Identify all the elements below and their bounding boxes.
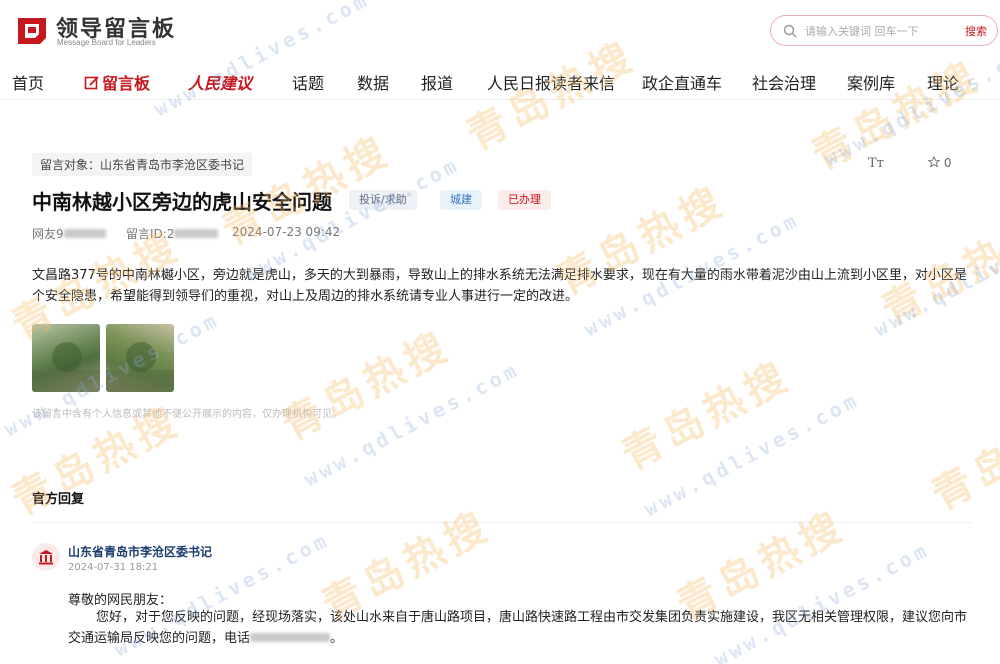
tag-category: 投诉/求助	[349, 190, 417, 210]
message-id-label: 留言ID:2	[126, 227, 175, 241]
watermark-text: 青岛热搜	[274, 322, 459, 450]
nav-item-home[interactable]: 首页	[12, 70, 44, 94]
nav-item-message-board[interactable]: 留言板	[84, 70, 150, 94]
nav-item-theory[interactable]: 理论	[927, 70, 959, 94]
author-label: 网友9	[32, 227, 64, 241]
main-nav: 首页 留言板 人民建议 话题 数据 报道 人民日报读者来信 政企直通车 社会治理…	[0, 62, 1000, 100]
message-title: 中南林越小区旁边的虎山安全问题	[32, 190, 332, 214]
nav-item-gov-enterprise[interactable]: 政企直通车	[642, 70, 722, 94]
redacted-block	[174, 229, 219, 238]
reply-time: 2024-07-31 18:21	[68, 562, 159, 573]
status-badge: 已办理	[498, 190, 551, 210]
site-logo[interactable]: 领导留言板 Message Board for Leaders	[12, 10, 182, 54]
redacted-block	[250, 633, 331, 642]
message-time: 2024-07-23 09:42	[232, 225, 341, 239]
star-icon	[928, 156, 940, 168]
government-building-icon	[32, 543, 60, 571]
official-reply-heading: 官方回复	[32, 492, 85, 507]
nav-item-people-suggestions[interactable]: 人民建议	[188, 70, 252, 94]
message-author: 网友9	[32, 225, 106, 242]
favorite-button[interactable]: 0	[928, 156, 951, 170]
watermark-url: www.qdlives.com	[300, 357, 524, 492]
reply-body: 您好，对于您反映的问题，经现场落实，该处山水来自于唐山路项目，唐山路快速路工程由…	[68, 607, 978, 649]
reply-organization: 山东省青岛市李沧区委书记	[68, 545, 213, 559]
search-icon	[783, 24, 797, 38]
reply-body-end: 。	[330, 631, 344, 646]
favorite-count: 0	[943, 156, 952, 170]
font-size-icon[interactable]: Tт	[868, 156, 884, 171]
tag-field: 城建	[440, 190, 482, 210]
message-content: 文昌路377号的中南林樾小区，旁边就是虎山，多天的大到暴雨，导致山上的排水系统无…	[32, 268, 967, 304]
nav-item-data[interactable]: 数据	[357, 70, 389, 94]
search-button[interactable]: 搜索	[965, 23, 987, 39]
watermark-url: www.qdlives.com	[640, 387, 864, 522]
message-photo[interactable]	[106, 324, 174, 392]
watermark-text: 青岛热搜	[924, 392, 1000, 520]
nav-item-reports[interactable]: 报道	[421, 70, 453, 94]
message-photo[interactable]	[32, 324, 100, 392]
reply-body-text: 您好，对于您反映的问题，经现场落实，该处山水来自于唐山路项目，唐山路快速路工程由…	[68, 610, 968, 646]
message-id: 留言ID:2	[126, 225, 219, 242]
watermark-text: 青岛热搜	[614, 352, 799, 480]
nav-item-topics[interactable]: 话题	[292, 70, 324, 94]
logo-subtitle: Message Board for Leaders	[57, 38, 156, 47]
message-target: 留言对象：山东省青岛市李沧区委书记	[32, 153, 253, 176]
nav-item-social-governance[interactable]: 社会治理	[752, 70, 816, 94]
search-input[interactable]	[805, 21, 945, 41]
site-header: 领导留言板 Message Board for Leaders 搜索	[0, 0, 1000, 62]
privacy-note: 该留言中含有个人信息或其他不便公开展示的内容，仅办理机构可见。	[32, 409, 342, 420]
nav-item-case-library[interactable]: 案例库	[847, 70, 895, 94]
search-box: 搜索	[770, 15, 998, 46]
logo-mark-icon	[18, 18, 46, 44]
nav-item-reader-letters[interactable]: 人民日报读者来信	[487, 70, 615, 94]
divider	[32, 522, 972, 523]
reply-salutation: 尊敬的网民朋友：	[68, 593, 173, 608]
edit-icon	[84, 76, 99, 90]
nav-item-message-board-label: 留言板	[102, 74, 151, 93]
redacted-block	[63, 229, 106, 238]
